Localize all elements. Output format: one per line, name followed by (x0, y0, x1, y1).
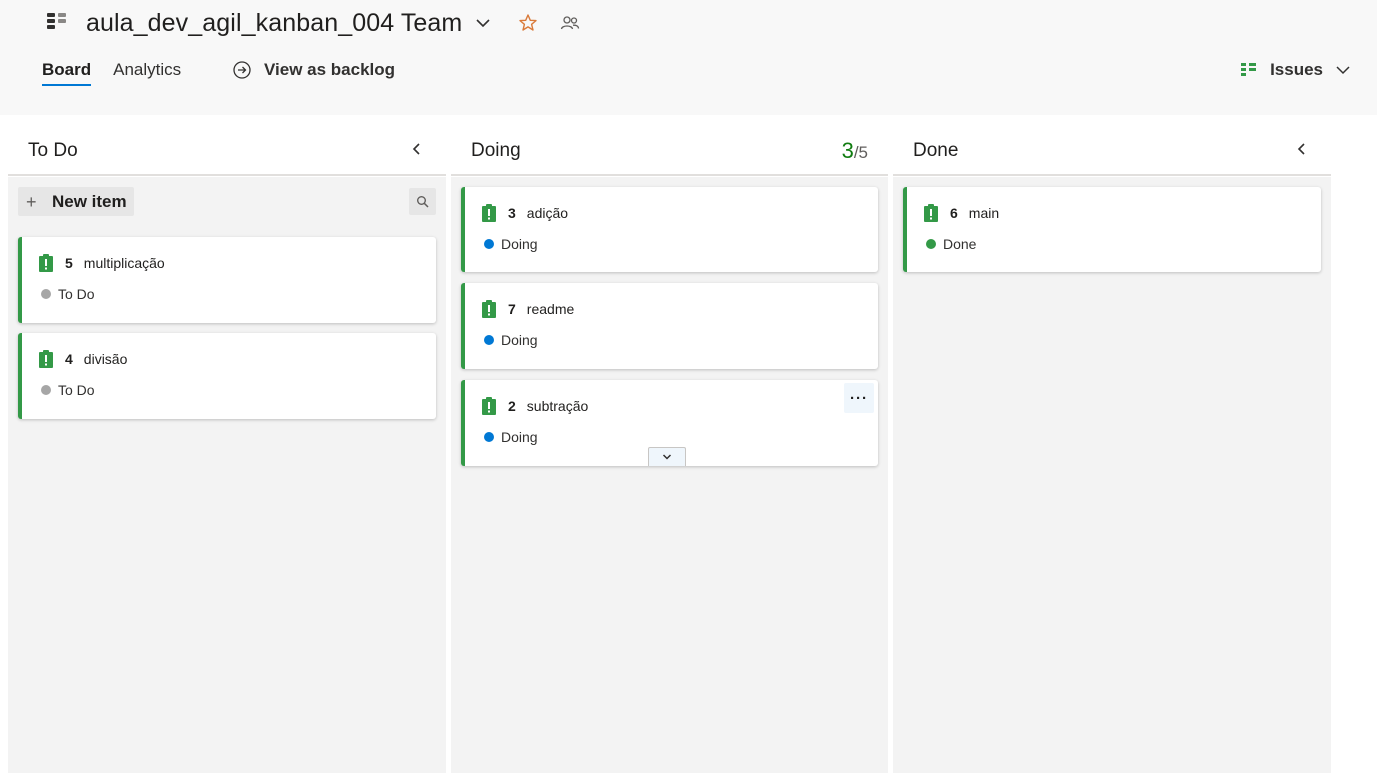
star-icon[interactable] (518, 13, 538, 33)
work-item-state: Doing (501, 332, 538, 348)
column-header-todo: To Do (8, 128, 446, 176)
work-item-card[interactable]: 2 subtração Doing ··· (461, 380, 878, 466)
arrow-circle-icon (232, 60, 252, 80)
issue-clipboard-icon (482, 397, 496, 415)
state-dot (484, 239, 494, 249)
more-icon[interactable]: ··· (844, 383, 874, 413)
state-dot (484, 335, 494, 345)
wip-limit: /5 (853, 143, 868, 162)
work-item-card[interactable]: 3 adição Doing (461, 187, 878, 272)
work-item-card[interactable]: 5 multiplicação To Do (18, 237, 436, 323)
plus-icon: + (26, 191, 37, 212)
work-item-card[interactable]: 4 divisão To Do (18, 333, 436, 419)
work-item-state: To Do (58, 286, 95, 302)
chevron-down-icon (1335, 62, 1351, 78)
work-item-state: Doing (501, 236, 538, 252)
issue-clipboard-icon (39, 254, 53, 272)
board-icon (46, 12, 68, 34)
state-dot (926, 239, 936, 249)
new-item-label: New item (52, 191, 127, 211)
work-item-state: Doing (501, 429, 538, 445)
page-title: aula_dev_agil_kanban_004 Team (86, 8, 463, 37)
wip-current: 3 (841, 138, 854, 163)
backlog-level-selector[interactable]: Issues (1240, 60, 1351, 80)
column-title: Doing (471, 140, 521, 161)
work-item-title[interactable]: adição (527, 205, 568, 221)
chevron-left-icon[interactable] (408, 140, 426, 158)
column-header-done: Done (893, 128, 1331, 176)
backlog-level-label: Issues (1270, 60, 1323, 79)
column-body-todo: + New item 5 multiplicação To Do 4 divis… (8, 177, 446, 773)
work-item-title[interactable]: subtração (527, 398, 588, 414)
chevron-down-icon[interactable] (474, 14, 492, 32)
chevron-down-icon[interactable] (648, 447, 686, 466)
page-header: aula_dev_agil_kanban_004 Team Board Anal… (0, 0, 1377, 115)
work-item-id: 2 (508, 398, 516, 414)
tab-board[interactable]: Board (42, 60, 92, 86)
work-item-id: 4 (65, 351, 73, 367)
work-item-id: 7 (508, 301, 516, 317)
work-item-id: 3 (508, 205, 516, 221)
search-icon[interactable] (409, 188, 436, 215)
chevron-left-icon[interactable] (1293, 140, 1311, 158)
title-row: aula_dev_agil_kanban_004 Team (46, 6, 580, 40)
team-members-icon[interactable] (560, 13, 580, 33)
state-dot (484, 432, 494, 442)
board-tabs: Board Analytics (42, 60, 203, 92)
work-item-id: 5 (65, 255, 73, 271)
tab-analytics[interactable]: Analytics (113, 60, 181, 86)
column-title: Done (913, 140, 959, 161)
state-dot (41, 385, 51, 395)
state-dot (41, 289, 51, 299)
issue-clipboard-icon (482, 300, 496, 318)
column-body-doing: 3 adição Doing 7 readme Doing 2 subtraçã… (451, 177, 888, 773)
view-as-backlog-button[interactable]: View as backlog (232, 60, 395, 80)
new-item-button[interactable]: + New item (18, 187, 134, 216)
work-item-title[interactable]: readme (527, 301, 574, 317)
view-as-backlog-label: View as backlog (264, 60, 396, 79)
work-item-title[interactable]: divisão (84, 351, 128, 367)
work-item-title[interactable]: main (969, 205, 999, 221)
wip-limit-indicator: 3/5 (842, 138, 868, 164)
issue-clipboard-icon (39, 350, 53, 368)
work-item-state: Done (943, 236, 977, 252)
column-body-done: 6 main Done (893, 177, 1331, 773)
issue-clipboard-icon (924, 204, 938, 222)
work-item-title[interactable]: multiplicação (84, 255, 165, 271)
work-item-id: 6 (950, 205, 958, 221)
work-item-card[interactable]: 6 main Done (903, 187, 1321, 272)
column-header-doing: Doing 3/5 (451, 128, 888, 176)
work-item-card[interactable]: 7 readme Doing (461, 283, 878, 369)
work-item-state: To Do (58, 382, 95, 398)
issue-clipboard-icon (482, 204, 496, 222)
backlog-list-icon (1240, 61, 1258, 79)
column-title: To Do (28, 140, 78, 161)
